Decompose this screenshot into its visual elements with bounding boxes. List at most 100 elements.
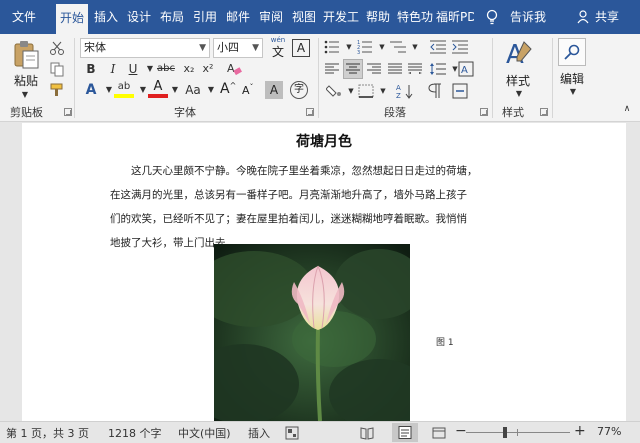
tab-foxit-pdf[interactable]: 福昕PD — [436, 0, 474, 34]
tell-me-search[interactable]: 告诉我 — [506, 0, 550, 34]
tab-file[interactable]: 文件 — [4, 0, 44, 34]
align-left-icon[interactable] — [325, 63, 339, 75]
chevron-down-icon[interactable]: ▼ — [202, 81, 220, 99]
borders-icon[interactable] — [358, 84, 374, 98]
text-highlight-button[interactable]: ab — [114, 80, 134, 100]
tab-insert[interactable]: 插入 — [90, 0, 122, 34]
enclose-characters-button[interactable]: 字 — [290, 81, 308, 99]
increase-indent-icon[interactable] — [452, 40, 468, 54]
tab-help[interactable]: 帮助 — [362, 0, 394, 34]
zoom-in-button[interactable]: + — [574, 423, 586, 439]
copy-icon[interactable] — [49, 61, 65, 77]
phonetic-guide-button[interactable]: wén 文 — [267, 36, 289, 60]
clear-formatting-icon[interactable]: A — [226, 61, 242, 77]
bullets-icon[interactable] — [324, 40, 340, 54]
strikethrough-button[interactable]: abc — [154, 60, 178, 78]
tab-review[interactable]: 审阅 — [255, 0, 287, 34]
collapse-ribbon-icon[interactable]: ∧ — [618, 100, 636, 118]
find-button[interactable] — [558, 38, 586, 66]
print-layout-button[interactable] — [392, 423, 418, 442]
underline-button[interactable]: U — [124, 60, 142, 78]
paragraph-group-label: 段落 — [384, 106, 406, 119]
line-spacing-icon[interactable] — [430, 62, 446, 76]
format-painter-icon[interactable] — [49, 82, 65, 98]
font-color-bar — [148, 94, 168, 98]
paragraph-launcher-icon[interactable] — [480, 108, 488, 116]
show-marks-icon[interactable] — [428, 83, 442, 99]
read-mode-icon[interactable] — [360, 426, 374, 440]
tab-references[interactable]: 引用 — [189, 0, 221, 34]
tab-developer[interactable]: 开发工 — [321, 0, 361, 34]
figure-caption: 图 1 — [436, 338, 454, 348]
zoom-slider-track[interactable] — [466, 427, 570, 438]
align-right-icon[interactable] — [367, 63, 381, 75]
macro-record-icon[interactable] — [285, 426, 299, 440]
font-size-combo[interactable]: 小四 ▼ — [213, 38, 263, 58]
text-effects-button[interactable]: A — [82, 81, 100, 99]
tab-view[interactable]: 视图 — [288, 0, 320, 34]
insert-mode[interactable]: 插入 — [248, 425, 270, 441]
styles-launcher-icon[interactable] — [540, 108, 548, 116]
cut-icon[interactable] — [49, 40, 65, 56]
body-paragraph[interactable]: 这几天心里颇不宁静。今晚在院子里坐着乘凉，忽然想起日日走过的荷塘， 在这满月的光… — [110, 159, 530, 255]
distributed-icon[interactable] — [408, 63, 422, 75]
italic-button[interactable]: I — [104, 60, 122, 78]
paste-icon[interactable] — [12, 40, 40, 70]
web-layout-icon[interactable] — [432, 426, 446, 440]
tab-mailings[interactable]: 邮件 — [222, 0, 254, 34]
phonetic-guide-pinyin: wén — [270, 36, 286, 44]
tab-layout[interactable]: 布局 — [156, 0, 188, 34]
group-divider — [318, 38, 319, 118]
page-count[interactable]: 第 1 页，共 3 页 — [6, 425, 89, 441]
sort-icon[interactable]: AZ — [396, 83, 414, 99]
align-center-button[interactable] — [343, 59, 363, 79]
tab-design[interactable]: 设计 — [123, 0, 155, 34]
chevron-down-icon[interactable]: ▼ — [406, 38, 424, 56]
superscript-button[interactable]: x² — [199, 60, 217, 78]
change-case-button[interactable]: Aa — [182, 81, 204, 99]
editing-dropdown-icon[interactable]: ▼ — [564, 83, 582, 101]
chevron-down-icon[interactable]: ▼ — [373, 38, 391, 56]
asian-typography-icon[interactable] — [452, 83, 468, 99]
styles-gallery-icon[interactable]: A — [504, 38, 534, 68]
zoom-slider-thumb[interactable] — [503, 427, 507, 438]
character-shading-button[interactable]: A — [265, 81, 283, 99]
ribbon-home: 粘贴 ▼ 剪贴板 宋体 ▼ 小四 ▼ wén 文 A B I U ▼ abc x… — [0, 34, 640, 122]
document-page[interactable]: 荷塘月色 这几天心里颇不宁静。今晚在院子里坐着乘凉，忽然想起日日走过的荷塘， 在… — [22, 123, 626, 421]
clipboard-launcher-icon[interactable] — [64, 108, 72, 116]
zoom-level[interactable]: 77% — [597, 425, 621, 438]
lotus-photo[interactable] — [214, 244, 410, 421]
character-border-button[interactable]: A — [292, 39, 310, 57]
svg-text:A: A — [396, 84, 401, 92]
chevron-down-icon[interactable]: ▼ — [199, 39, 206, 57]
word-count[interactable]: 1218 个字 — [108, 425, 162, 441]
font-color-button[interactable]: A — [148, 80, 168, 100]
tab-special-features[interactable]: 特色功 — [395, 0, 435, 34]
chevron-down-icon[interactable]: ▼ — [374, 82, 392, 100]
multilevel-list-icon[interactable] — [390, 40, 406, 54]
subscript-button[interactable]: x₂ — [180, 60, 198, 78]
font-color-glyph: A — [153, 79, 163, 94]
shrink-font-button[interactable]: Aˇ — [242, 83, 262, 101]
search-icon — [564, 44, 580, 60]
zoom-slider-tick — [517, 429, 518, 436]
bold-button[interactable]: B — [82, 60, 100, 78]
language-indicator[interactable]: 中文(中国) — [178, 425, 231, 441]
tab-home[interactable]: 开始 — [56, 4, 88, 34]
font-launcher-icon[interactable] — [306, 108, 314, 116]
paste-dropdown-icon[interactable]: ▼ — [16, 86, 34, 104]
grow-font-button[interactable]: A^ — [220, 81, 240, 99]
font-group-label: 字体 — [174, 106, 196, 119]
zoom-out-button[interactable]: − — [455, 423, 467, 439]
font-name-combo[interactable]: 宋体 ▼ — [80, 38, 210, 58]
styles-dropdown-icon[interactable]: ▼ — [510, 85, 528, 103]
chevron-down-icon[interactable]: ▼ — [340, 38, 358, 56]
share-button[interactable]: 共享 — [591, 0, 623, 34]
shading-icon[interactable] — [326, 84, 342, 98]
decrease-indent-icon[interactable] — [430, 40, 446, 54]
numbering-icon[interactable]: 1 2 3 — [357, 40, 373, 54]
justify-icon[interactable] — [388, 63, 402, 75]
chevron-down-icon[interactable]: ▼ — [252, 39, 259, 57]
chinese-layout-icon[interactable]: A — [458, 61, 474, 77]
align-center-icon — [346, 63, 360, 74]
